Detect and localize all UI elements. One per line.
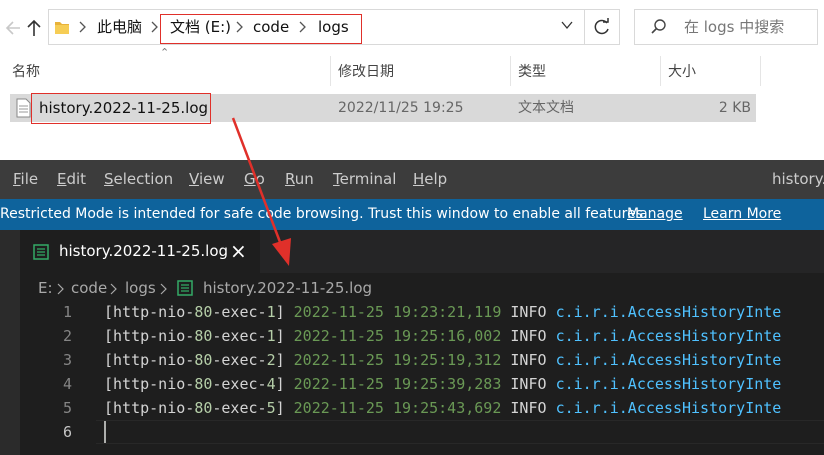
line-number: 5 xyxy=(62,399,72,417)
breadcrumb-this-pc[interactable]: 此电脑 xyxy=(97,9,142,45)
activity-bar xyxy=(0,230,20,455)
chevron-right-icon[interactable] xyxy=(78,20,88,34)
menu-terminal[interactable]: Terminal xyxy=(333,160,396,199)
folder-icon xyxy=(55,22,69,34)
column-header-type[interactable]: 类型 xyxy=(518,58,546,86)
column-divider[interactable] xyxy=(330,56,331,86)
menu-selection[interactable]: Selection xyxy=(104,160,173,199)
column-divider[interactable] xyxy=(510,56,511,86)
banner-manage-link[interactable]: Manage xyxy=(627,199,683,230)
code-line[interactable]: [http-nio-80-exec-2] 2022-11-25 19:25:19… xyxy=(104,348,781,372)
sort-indicator-icon: ⌃ xyxy=(160,46,170,59)
menu-file[interactable]: File xyxy=(13,160,38,199)
menu-view[interactable]: View xyxy=(189,160,225,199)
file-size: 2 KB xyxy=(718,100,751,116)
breadcrumb-file[interactable]: history.2022-11-25.log xyxy=(203,277,372,299)
breadcrumb-logs[interactable]: logs xyxy=(125,277,156,299)
chevron-right-icon xyxy=(110,283,117,295)
menu-help[interactable]: Help xyxy=(413,160,447,199)
line-number: 3 xyxy=(62,351,72,369)
line-number: 6 xyxy=(62,423,72,441)
highlight-box-file xyxy=(31,93,211,124)
search-placeholder: 在 logs 中搜索 xyxy=(684,18,785,36)
chevron-right-icon[interactable] xyxy=(150,20,160,34)
chevron-right-icon xyxy=(57,283,64,295)
chevron-right-icon xyxy=(160,283,167,295)
column-divider[interactable] xyxy=(760,56,761,86)
back-arrow-icon[interactable] xyxy=(4,16,24,40)
code-line[interactable]: [http-nio-80-exec-1] 2022-11-25 19:23:21… xyxy=(104,300,781,324)
annotation-arrow xyxy=(231,117,291,266)
file-type: 文本文档 xyxy=(518,100,574,116)
breadcrumb-drive[interactable]: E: xyxy=(38,277,53,299)
highlight-box-path xyxy=(160,14,362,44)
text-file-icon xyxy=(16,98,31,118)
banner-learn-more-link[interactable]: Learn More xyxy=(703,199,781,230)
log-file-icon xyxy=(177,280,193,296)
code-line[interactable]: [http-nio-80-exec-1] 2022-11-25 19:25:16… xyxy=(104,324,781,348)
breadcrumb-code[interactable]: code xyxy=(71,277,107,299)
refresh-icon xyxy=(594,18,609,35)
current-line-highlight[interactable] xyxy=(96,420,824,444)
line-number: 4 xyxy=(62,375,72,393)
banner-text: Restricted Mode is intended for safe cod… xyxy=(0,206,648,222)
search-icon xyxy=(651,19,666,34)
code-line[interactable]: [http-nio-80-exec-4] 2022-11-25 19:25:39… xyxy=(104,372,781,396)
column-header-modified[interactable]: 修改日期 xyxy=(338,58,394,86)
line-number: 1 xyxy=(62,303,72,321)
line-number: 2 xyxy=(62,327,72,345)
text-cursor xyxy=(104,421,106,443)
tab-label[interactable]: history.2022-11-25.log xyxy=(59,230,228,273)
window-title: history.2 xyxy=(772,170,824,188)
up-arrow-icon[interactable] xyxy=(24,16,44,40)
menu-edit[interactable]: Edit xyxy=(57,160,86,199)
log-file-icon xyxy=(33,244,49,260)
column-divider[interactable] xyxy=(660,56,661,86)
code-line[interactable]: [http-nio-80-exec-5] 2022-11-25 19:25:43… xyxy=(104,396,781,420)
column-header-size[interactable]: 大小 xyxy=(668,58,696,86)
file-modified: 2022/11/25 19:25 xyxy=(338,100,464,116)
chevron-down-icon[interactable] xyxy=(560,18,574,32)
column-header-name[interactable]: 名称 xyxy=(12,58,40,86)
